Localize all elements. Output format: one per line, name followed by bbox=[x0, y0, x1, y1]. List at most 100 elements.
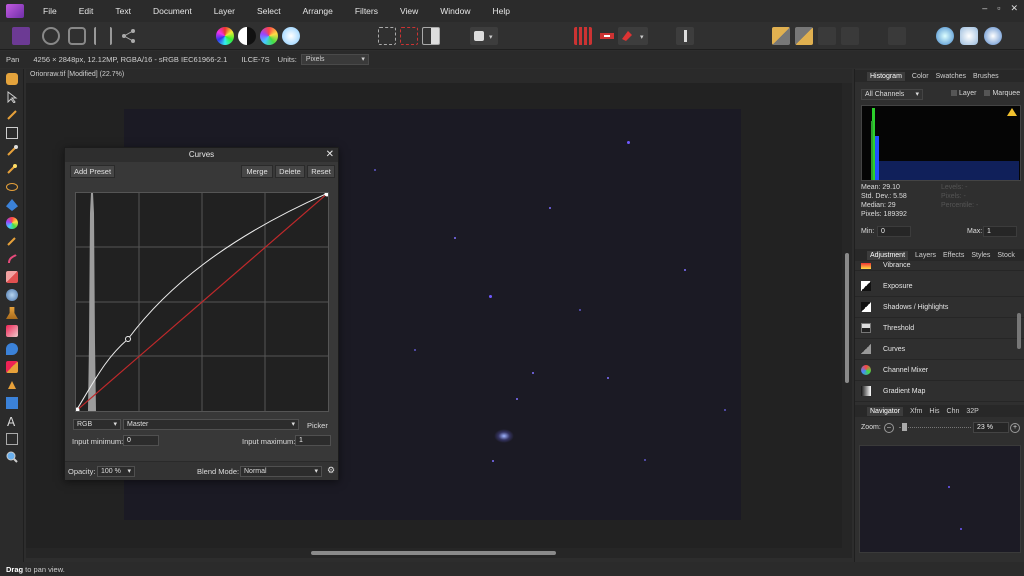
clone-tool-icon[interactable] bbox=[6, 307, 18, 319]
fill-tool-icon[interactable] bbox=[6, 199, 18, 211]
arrange-front-icon[interactable] bbox=[772, 27, 790, 45]
tab-navigator[interactable]: Navigator bbox=[867, 406, 903, 416]
curves-title-bar[interactable]: Curves ✕ bbox=[65, 148, 338, 162]
layer-checkbox[interactable] bbox=[951, 90, 957, 97]
quick-mask-icon[interactable]: ▾ bbox=[470, 27, 498, 45]
color-picker-tool-icon[interactable] bbox=[6, 109, 18, 121]
zoom-slider[interactable] bbox=[899, 427, 971, 429]
picker-button[interactable]: Picker bbox=[307, 421, 328, 430]
flood-select-tool-icon[interactable] bbox=[6, 163, 18, 175]
close-icon[interactable]: ✕ bbox=[326, 148, 334, 162]
adjustment-shadows-highlights[interactable]: Shadows / Highlights bbox=[855, 297, 1024, 318]
deselect-icon[interactable] bbox=[400, 27, 418, 45]
units-select[interactable]: Pixels bbox=[300, 54, 369, 65]
adjustment-gradient-map[interactable]: Gradient Map bbox=[855, 381, 1024, 402]
input-max-field[interactable]: 1 bbox=[295, 435, 331, 446]
horizontal-scrollbar[interactable] bbox=[26, 548, 852, 558]
curves-graph-svg[interactable] bbox=[74, 191, 330, 413]
document-tab[interactable]: Orionraw.tif [Modified] (22.7%) bbox=[26, 69, 852, 83]
curves-graph[interactable] bbox=[74, 191, 330, 413]
snapping-icon[interactable] bbox=[598, 27, 616, 45]
zoom-tool-icon[interactable] bbox=[6, 451, 18, 463]
menu-arrange[interactable]: Arrange bbox=[292, 6, 344, 16]
zoom-slider-handle[interactable] bbox=[902, 423, 907, 431]
histogram-channel-select[interactable]: All Channels bbox=[861, 89, 923, 100]
auto-contrast-icon[interactable] bbox=[238, 27, 256, 45]
vertical-scrollbar[interactable] bbox=[842, 83, 852, 548]
tab-stock[interactable]: Stock bbox=[997, 252, 1015, 259]
gradient-tool-icon[interactable] bbox=[6, 217, 18, 229]
auto-levels-icon[interactable] bbox=[216, 27, 234, 45]
develop-persona-icon[interactable] bbox=[68, 27, 86, 45]
tab-layers[interactable]: Layers bbox=[915, 252, 936, 259]
menu-view[interactable]: View bbox=[389, 6, 429, 16]
adjustment-curves[interactable]: Curves bbox=[855, 339, 1024, 360]
invert-selection-icon[interactable] bbox=[422, 27, 440, 45]
red-eye-tool-icon[interactable] bbox=[6, 325, 18, 337]
menu-text[interactable]: Text bbox=[104, 6, 142, 16]
assistant-icon[interactable]: ▾ bbox=[618, 27, 648, 45]
color-replacement-tool-icon[interactable] bbox=[6, 253, 18, 265]
arrange-back-icon[interactable] bbox=[841, 27, 859, 45]
max-field[interactable]: 1 bbox=[983, 226, 1017, 237]
menu-select[interactable]: Select bbox=[246, 6, 292, 16]
adjustment-channel-mixer[interactable]: Channel Mixer bbox=[855, 360, 1024, 381]
auto-colors-icon[interactable] bbox=[260, 27, 278, 45]
crop-tool-icon[interactable] bbox=[6, 127, 18, 139]
min-field[interactable]: 0 bbox=[877, 226, 911, 237]
menu-edit[interactable]: Edit bbox=[68, 6, 105, 16]
marquee-select-icon[interactable] bbox=[378, 27, 396, 45]
menu-filters[interactable]: Filters bbox=[344, 6, 389, 16]
tab-swatches[interactable]: Swatches bbox=[936, 73, 966, 80]
move-tool-icon[interactable] bbox=[6, 91, 18, 104]
share-icon[interactable] bbox=[120, 27, 138, 45]
menu-help[interactable]: Help bbox=[482, 6, 521, 16]
gear-icon[interactable]: ⚙ bbox=[327, 465, 335, 476]
tab-color[interactable]: Color bbox=[912, 73, 929, 80]
menu-window[interactable]: Window bbox=[429, 6, 481, 16]
curve-point-mid[interactable] bbox=[125, 336, 131, 342]
dodge-tool-icon[interactable] bbox=[6, 289, 18, 301]
navigator-preview[interactable] bbox=[859, 445, 1021, 553]
rectangle-tool-icon[interactable] bbox=[6, 397, 18, 409]
close-window-button[interactable]: ✕ bbox=[1010, 3, 1018, 14]
erase-tool-icon[interactable] bbox=[6, 271, 18, 283]
hand-tool-icon[interactable] bbox=[6, 73, 18, 85]
tab-effects[interactable]: Effects bbox=[943, 252, 964, 259]
input-min-field[interactable]: 0 bbox=[123, 435, 159, 446]
zoom-field[interactable]: 23 % bbox=[973, 422, 1009, 433]
reset-button[interactable]: Reset bbox=[307, 165, 335, 178]
selection-brush-tool-icon[interactable] bbox=[6, 145, 18, 157]
arrange-backward-icon[interactable] bbox=[818, 27, 836, 45]
tone-mapping-persona-icon[interactable] bbox=[94, 27, 112, 45]
tab-transform[interactable]: Xfm bbox=[910, 408, 922, 415]
arrange-forward-icon[interactable] bbox=[795, 27, 813, 45]
menu-document[interactable]: Document bbox=[142, 6, 203, 16]
photo-persona-icon[interactable] bbox=[12, 27, 30, 45]
mode-select[interactable]: Master bbox=[123, 419, 299, 430]
maximize-button[interactable]: ▫ bbox=[997, 3, 1000, 14]
tab-channels[interactable]: Chn bbox=[947, 408, 960, 415]
tab-32p[interactable]: 32P bbox=[966, 408, 978, 415]
tab-brushes[interactable]: Brushes bbox=[973, 73, 999, 80]
channel-select[interactable]: RGB bbox=[73, 419, 121, 430]
mesh-warp-tool-icon[interactable] bbox=[6, 433, 18, 445]
zoom-out-button[interactable]: – bbox=[884, 423, 894, 433]
inpainting-tool-icon[interactable] bbox=[6, 361, 18, 373]
tab-histogram[interactable]: Histogram bbox=[867, 71, 905, 81]
adjustment-threshold[interactable]: Threshold bbox=[855, 318, 1024, 339]
vertical-scroll-thumb[interactable] bbox=[845, 253, 849, 383]
tab-styles[interactable]: Styles bbox=[971, 252, 990, 259]
adjustment-exposure[interactable]: Exposure bbox=[855, 276, 1024, 297]
paint-brush-tool-icon[interactable] bbox=[6, 235, 18, 247]
boolean-add-icon[interactable] bbox=[936, 27, 954, 45]
tab-history[interactable]: His bbox=[929, 408, 939, 415]
delete-button[interactable]: Delete bbox=[275, 165, 305, 178]
minimize-button[interactable]: – bbox=[982, 3, 987, 14]
menu-file[interactable]: File bbox=[32, 6, 68, 16]
align-icon[interactable] bbox=[888, 27, 906, 45]
text-tool-icon[interactable]: A bbox=[6, 415, 18, 429]
marquee-checkbox[interactable] bbox=[984, 90, 991, 97]
merge-button[interactable]: Merge bbox=[241, 165, 273, 178]
liquify-persona-icon[interactable] bbox=[42, 27, 60, 45]
